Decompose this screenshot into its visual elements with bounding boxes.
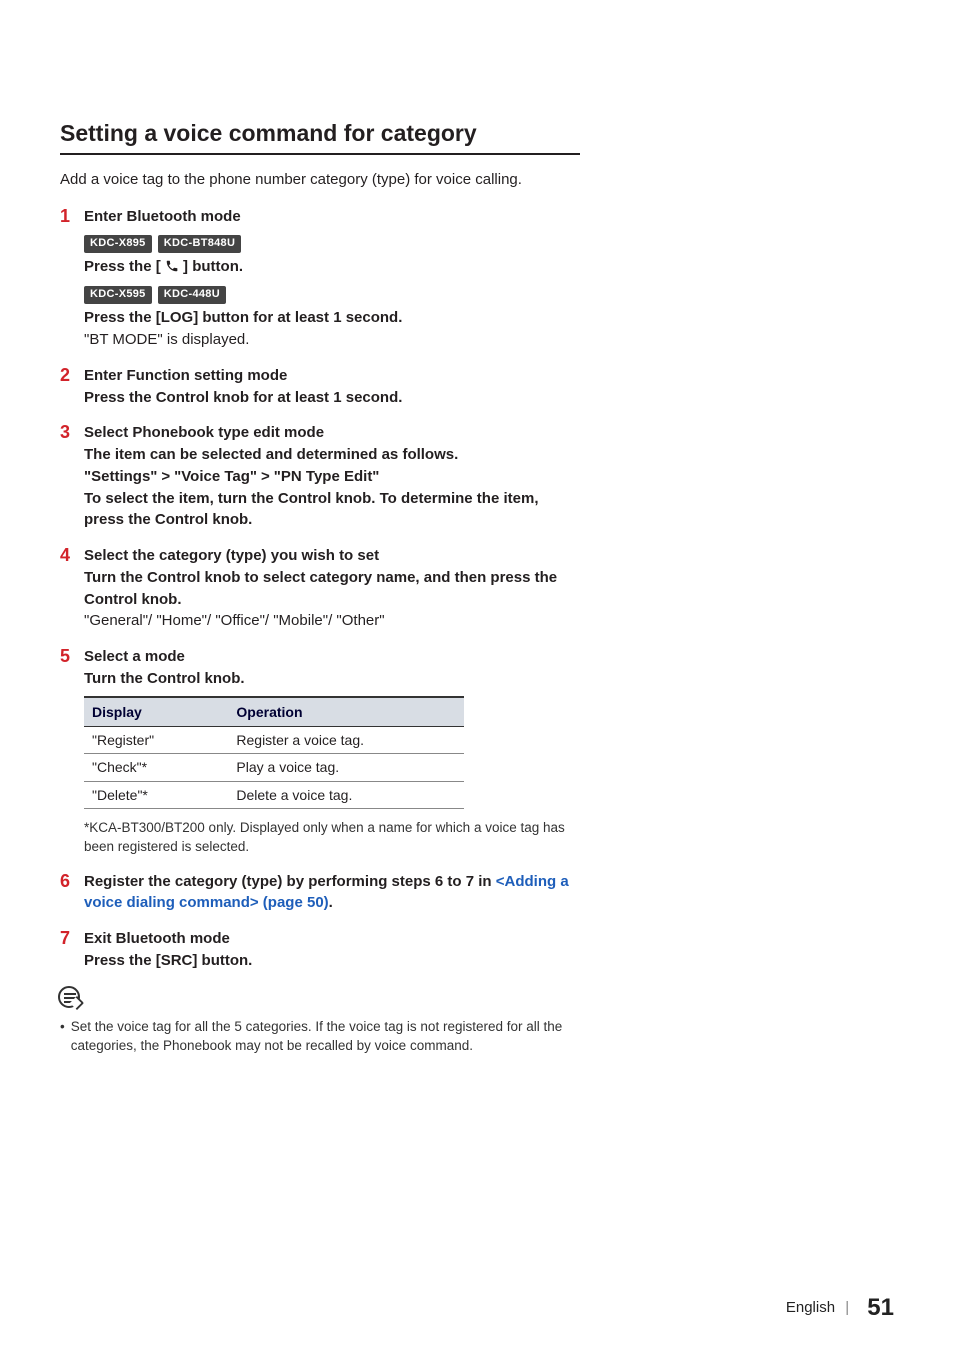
table-footnote: *KCA-BT300/BT200 only. Displayed only wh…	[84, 819, 580, 857]
step-description: "General"/ "Home"/ "Office"/ "Mobile"/ "…	[84, 610, 580, 632]
step-title: Enter Bluetooth mode	[84, 206, 580, 228]
table-row: "Check"* Play a voice tag.	[84, 754, 464, 781]
step-instruction: The item can be selected and determined …	[84, 444, 580, 466]
step-instruction: Turn the Control knob.	[84, 668, 580, 690]
step-body: Exit Bluetooth mode Press the [SRC] butt…	[84, 928, 580, 972]
table-row: "Register" Register a voice tag.	[84, 726, 464, 753]
table-row: "Delete"* Delete a voice tag.	[84, 781, 464, 808]
modes-table: Display Operation "Register" Register a …	[84, 696, 464, 809]
steps-list: 1 Enter Bluetooth mode KDC-X895 KDC-BT84…	[60, 206, 580, 972]
step-body: Select a mode Turn the Control knob. Dis…	[84, 646, 580, 813]
step-body: Enter Function setting mode Press the Co…	[84, 365, 580, 409]
step-title: Select a mode	[84, 646, 580, 668]
step-title: Select the category (type) you wish to s…	[84, 545, 580, 567]
step-number: 1	[60, 206, 74, 228]
step-4: 4 Select the category (type) you wish to…	[60, 545, 580, 632]
step-2: 2 Enter Function setting mode Press the …	[60, 365, 580, 409]
section-title: Setting a voice command for category	[60, 120, 580, 155]
step-body: Enter Bluetooth mode KDC-X895 KDC-BT848U…	[84, 206, 580, 351]
badge: KDC-448U	[158, 286, 226, 304]
step-instruction: Press the [SRC] button.	[84, 950, 580, 972]
step-title: Register the category (type) by performi…	[84, 871, 580, 915]
step-number: 4	[60, 545, 74, 567]
step-instruction: Turn the Control knob to select category…	[84, 567, 580, 611]
step-5: 5 Select a mode Turn the Control knob. D…	[60, 646, 580, 856]
table-cell: Register a voice tag.	[228, 726, 464, 753]
table-header: Display	[84, 697, 228, 727]
badge: KDC-BT848U	[158, 235, 241, 253]
step-path: "Settings">"Voice Tag">"PN Type Edit"	[84, 466, 580, 488]
step-body: Select Phonebook type edit mode The item…	[84, 422, 580, 531]
model-badges: KDC-X895 KDC-BT848U	[84, 231, 580, 253]
step-description: "BT MODE" is displayed.	[84, 329, 580, 351]
step-title: Exit Bluetooth mode	[84, 928, 580, 950]
table-header: Operation	[228, 697, 464, 727]
step-1: 1 Enter Bluetooth mode KDC-X895 KDC-BT84…	[60, 206, 580, 351]
step-number: 2	[60, 365, 74, 387]
step-instruction: Press the [LOG] button for at least 1 se…	[84, 307, 580, 329]
chevron-right-icon: >	[161, 466, 170, 488]
note-icon	[58, 986, 80, 1008]
note-block: • Set the voice tag for all the 5 catego…	[60, 986, 580, 1056]
step-title: Enter Function setting mode	[84, 365, 580, 387]
badge: KDC-X595	[84, 286, 152, 304]
step-3: 3 Select Phonebook type edit mode The it…	[60, 422, 580, 531]
step-number: 6	[60, 871, 74, 893]
step-title: Select Phonebook type edit mode	[84, 422, 580, 444]
step-number: 7	[60, 928, 74, 950]
badge: KDC-X895	[84, 235, 152, 253]
step-number: 3	[60, 422, 74, 444]
page-content: Setting a voice command for category Add…	[0, 0, 640, 1096]
table-cell: "Register"	[84, 726, 228, 753]
footer-language: English	[786, 1299, 835, 1316]
table-cell: "Delete"*	[84, 781, 228, 808]
note-text: • Set the voice tag for all the 5 catego…	[60, 1017, 580, 1056]
separator-icon: |	[845, 1299, 849, 1316]
step-body: Register the category (type) by performi…	[84, 871, 580, 915]
step-instruction: Press the Control knob for at least 1 se…	[84, 387, 580, 409]
step-instruction: Press the [ ] button.	[84, 256, 580, 280]
step-body: Select the category (type) you wish to s…	[84, 545, 580, 632]
model-badges: KDC-X595 KDC-448U	[84, 282, 580, 304]
section-intro: Add a voice tag to the phone number cate…	[60, 169, 580, 190]
step-6: 6 Register the category (type) by perfor…	[60, 871, 580, 915]
bullet-icon: •	[60, 1017, 65, 1056]
page-number: 51	[867, 1294, 894, 1321]
step-7: 7 Exit Bluetooth mode Press the [SRC] bu…	[60, 928, 580, 972]
table-cell: "Check"*	[84, 754, 228, 781]
step-instruction: To select the item, turn the Control kno…	[84, 488, 580, 532]
table-cell: Play a voice tag.	[228, 754, 464, 781]
table-cell: Delete a voice tag.	[228, 781, 464, 808]
step-number: 5	[60, 646, 74, 668]
page-footer: English | 51	[786, 1294, 894, 1322]
chevron-right-icon: >	[261, 466, 270, 488]
phone-icon	[165, 258, 179, 280]
